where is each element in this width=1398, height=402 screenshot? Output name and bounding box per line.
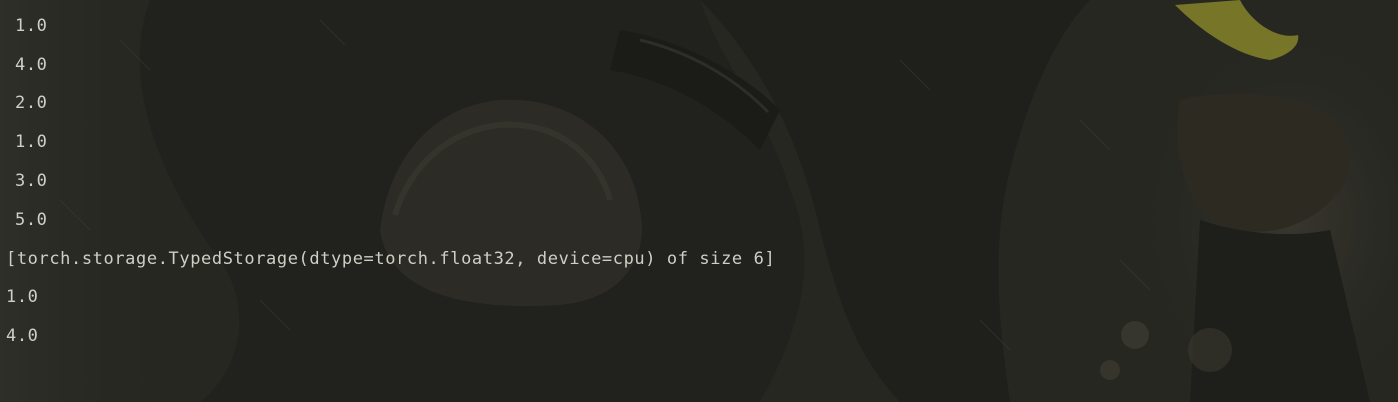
output-line: 4.0 <box>6 326 39 346</box>
output-line: 4.0 <box>15 55 48 75</box>
output-line: 2.0 <box>15 93 48 113</box>
output-line: 3.0 <box>15 171 48 191</box>
output-line: 1.0 <box>15 16 48 36</box>
storage-summary-line: [torch.storage.TypedStorage(dtype=torch.… <box>6 249 776 269</box>
console-output: 1.0 4.0 2.0 1.0 3.0 5.0 [torch.storage.T… <box>0 0 1398 402</box>
output-line: 1.0 <box>6 287 39 307</box>
output-line: 1.0 <box>15 132 48 152</box>
output-line: 5.0 <box>15 210 48 230</box>
